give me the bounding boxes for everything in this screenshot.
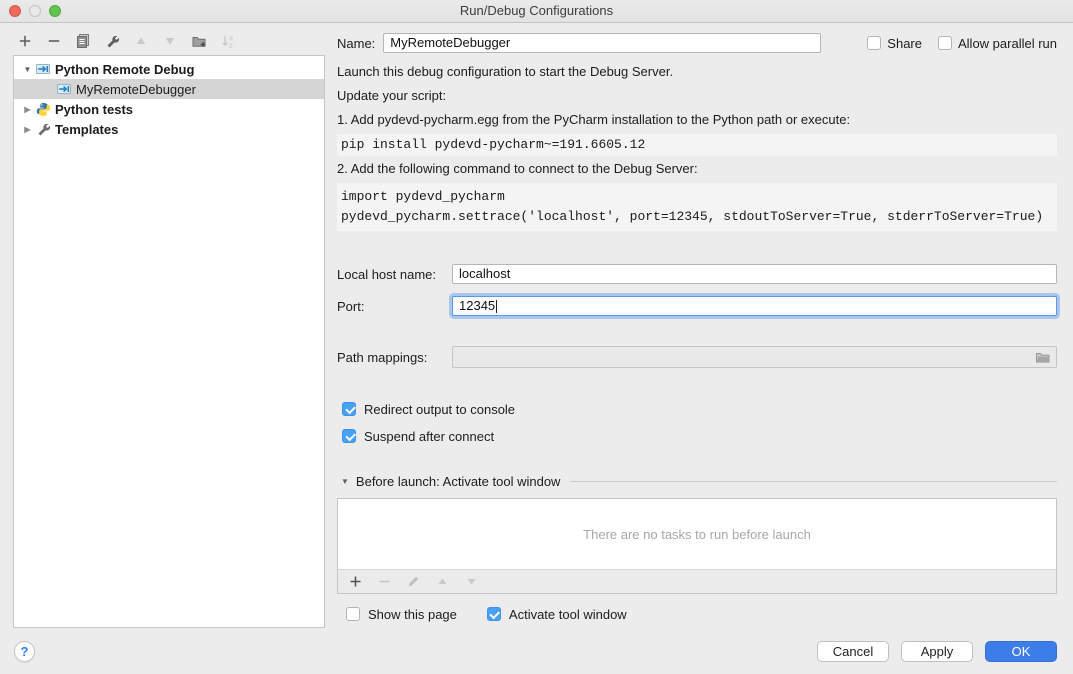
python-icon [35,101,51,117]
help-label: ? [21,644,29,659]
activate-tool-window-label: Activate tool window [509,607,627,622]
local-host-value: localhost [459,266,510,281]
window-title: Run/Debug Configurations [460,3,613,18]
intro-text: Launch this debug configuration to start… [337,64,1057,80]
show-this-page-checkbox[interactable] [346,607,360,621]
move-task-up-icon[interactable] [434,574,450,590]
allow-parallel-run-label: Allow parallel run [958,36,1057,51]
tree-item-python-remote-debug[interactable]: ▼ Python Remote Debug [14,59,324,79]
remove-task-icon[interactable] [376,574,392,590]
settrace-code-line2: pydevd_pycharm.settrace('localhost', por… [341,207,1053,227]
show-this-page-label: Show this page [368,607,457,622]
remote-debug-config-icon [35,61,51,77]
before-launch-header[interactable]: ▼ Before launch: Activate tool window [337,473,1057,489]
add-icon[interactable] [17,33,33,49]
traffic-lights [9,5,61,17]
suspend-after-connect-checkbox[interactable] [342,429,356,443]
add-task-icon[interactable] [347,574,363,590]
new-folder-icon[interactable] [191,33,207,49]
step2-text: 2. Add the following command to connect … [337,161,1057,177]
redirect-output-checkbox-row[interactable]: Redirect output to console [337,399,1057,419]
path-mappings-row: Path mappings: [337,346,1057,368]
port-value: 12345 [459,297,495,315]
svg-text:a: a [229,36,233,43]
folder-browse-icon[interactable] [1035,350,1051,369]
path-mappings-label: Path mappings: [337,350,452,365]
share-checkbox-row[interactable]: Share [867,36,922,51]
redirect-output-label: Redirect output to console [364,402,515,417]
tree-item-label: Templates [55,122,118,137]
configuration-editor: Name: MyRemoteDebugger Share Allow paral… [337,22,1057,624]
chevron-down-icon[interactable]: ▼ [21,65,34,74]
port-row: Port: 12345 [337,295,1057,317]
pip-install-code: pip install pydevd-pycharm~=191.6605.12 [337,134,1057,156]
chevron-right-icon[interactable]: ▶ [21,125,34,134]
dialog-buttons: Cancel Apply OK [817,641,1057,662]
chevron-right-icon[interactable]: ▶ [21,105,34,114]
configurations-tree: ▼ Python Remote Debug MyRemoteDebugger ▶ [13,55,325,628]
page-options-row: Show this page Activate tool window [337,604,1057,624]
tree-item-label: MyRemoteDebugger [76,82,196,97]
tree-item-label: Python tests [55,102,133,117]
remove-icon[interactable] [46,33,62,49]
header-divider [570,481,1057,482]
configurations-toolbar: a z [17,32,236,50]
tree-item-label: Python Remote Debug [55,62,194,77]
local-host-input[interactable]: localhost [452,264,1057,284]
title-bar: Run/Debug Configurations [0,0,1073,23]
sort-alphabetically-icon[interactable]: a z [220,33,236,49]
help-button[interactable]: ? [14,641,35,662]
local-host-row: Local host name: localhost [337,264,1057,284]
redirect-output-checkbox[interactable] [342,402,356,416]
suspend-after-connect-label: Suspend after connect [364,429,494,444]
edit-task-icon[interactable] [405,574,421,590]
ok-button[interactable]: OK [985,641,1057,662]
before-launch-title: Before launch: Activate tool window [356,474,561,489]
remote-debug-config-icon [56,81,72,97]
minimize-window-icon[interactable] [29,5,41,17]
share-label: Share [887,36,922,51]
port-input[interactable]: 12345 [452,296,1057,316]
zoom-window-icon[interactable] [49,5,61,17]
step1-text: 1. Add pydevd-pycharm.egg from the PyCha… [337,112,1057,128]
name-input[interactable]: MyRemoteDebugger [383,33,821,53]
allow-parallel-run-checkbox[interactable] [938,36,952,50]
name-row: Name: MyRemoteDebugger Share Allow paral… [337,33,1057,53]
activate-tool-window-checkbox[interactable] [487,607,501,621]
svg-text:z: z [229,43,233,49]
copy-icon[interactable] [75,33,91,49]
move-down-icon[interactable] [162,33,178,49]
update-script-text: Update your script: [337,88,1057,104]
name-value: MyRemoteDebugger [390,35,510,50]
settrace-code-line1: import pydevd_pycharm [341,187,1053,207]
wrench-icon [35,121,51,137]
name-label: Name: [337,36,375,51]
port-label: Port: [337,299,452,314]
local-host-label: Local host name: [337,267,452,282]
tree-item-templates[interactable]: ▶ Templates [14,119,324,139]
before-launch-tasks-panel: There are no tasks to run before launch [337,498,1057,594]
text-caret [496,300,497,313]
tree-item-myremotedebugger[interactable]: MyRemoteDebugger [14,79,324,99]
tree-item-python-tests[interactable]: ▶ Python tests [14,99,324,119]
move-up-icon[interactable] [133,33,149,49]
allow-parallel-run-checkbox-row[interactable]: Allow parallel run [938,36,1057,51]
share-checkbox[interactable] [867,36,881,50]
settrace-code: import pydevd_pycharm pydevd_pycharm.set… [337,183,1057,231]
edit-templates-icon[interactable] [104,33,120,49]
path-mappings-input[interactable] [452,346,1057,368]
cancel-button[interactable]: Cancel [817,641,889,662]
chevron-down-icon[interactable]: ▼ [341,477,349,486]
move-task-down-icon[interactable] [463,574,479,590]
suspend-after-connect-checkbox-row[interactable]: Suspend after connect [337,426,1057,446]
apply-button[interactable]: Apply [901,641,973,662]
empty-tasks-message: There are no tasks to run before launch [338,499,1056,569]
tasks-toolbar [338,569,1056,593]
close-window-icon[interactable] [9,5,21,17]
